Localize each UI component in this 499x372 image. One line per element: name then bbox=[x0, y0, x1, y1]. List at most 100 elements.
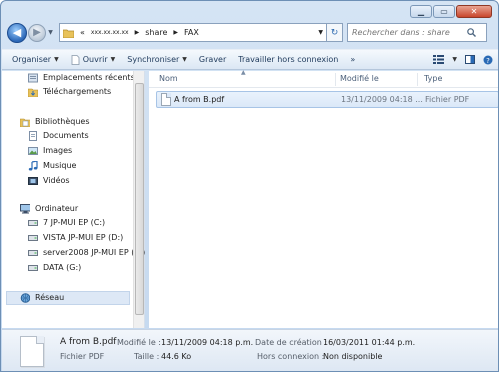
pdf-file-icon bbox=[161, 93, 171, 106]
sync-menu-button[interactable]: Synchroniser ▼ bbox=[127, 55, 187, 64]
sidebar-item-label: Ordinateur bbox=[35, 204, 79, 213]
sidebar-item-drive-c[interactable]: 7 JP-MUI EP (C:) bbox=[28, 216, 105, 229]
details-offline-value: Non disponible bbox=[323, 352, 383, 361]
drive-icon bbox=[28, 218, 38, 228]
more-commands-button[interactable]: » bbox=[350, 55, 355, 64]
sidebar-scrollbar-thumb[interactable] bbox=[135, 83, 144, 315]
search-icon[interactable] bbox=[467, 28, 476, 37]
organize-menu-button[interactable]: Organiser ▼ bbox=[12, 55, 59, 64]
sidebar-scrollbar[interactable] bbox=[133, 71, 144, 328]
sidebar-item-label: DATA (G:) bbox=[43, 263, 82, 272]
refresh-button[interactable]: ↻ bbox=[327, 23, 343, 42]
explorer-window: ▁ ▭ ✕ ◀ ▶ ▼ « xxx.xx.xx.xx ▶ share ▶ FAX… bbox=[0, 0, 499, 372]
details-offline-label: Hors connexion : bbox=[257, 352, 325, 361]
sidebar-item-drive-e[interactable]: server2008 JP-MUI EP (E:) bbox=[28, 246, 145, 259]
chevron-double-right-icon: » bbox=[350, 55, 356, 64]
sidebar-item-drive-d[interactable]: VISTA JP-MUI EP (D:) bbox=[28, 231, 123, 244]
chevron-down-icon: ▼ bbox=[182, 56, 187, 63]
maximize-icon: ▭ bbox=[440, 7, 448, 16]
navigation-bar: ◀ ▶ ▼ « xxx.xx.xx.xx ▶ share ▶ FAX ▼ ↻ bbox=[7, 21, 494, 44]
burn-button[interactable]: Graver bbox=[199, 55, 226, 64]
forward-arrow-icon: ▶ bbox=[33, 27, 41, 38]
details-modified-label: Modifié le : bbox=[117, 338, 161, 347]
address-bar[interactable]: « xxx.xx.xx.xx ▶ share ▶ FAX ▼ bbox=[59, 23, 327, 42]
sidebar-item-music[interactable]: Musique bbox=[28, 159, 76, 172]
sidebar-item-computer[interactable]: Ordinateur bbox=[20, 202, 78, 215]
offline-label: Travailler hors connexion bbox=[238, 55, 339, 64]
details-file-name: A from B.pdf bbox=[60, 337, 117, 347]
drive-icon bbox=[28, 263, 38, 273]
libraries-icon bbox=[20, 117, 30, 127]
maximize-button[interactable]: ▭ bbox=[433, 5, 455, 18]
music-icon bbox=[28, 160, 38, 171]
burn-label: Graver bbox=[198, 55, 227, 64]
view-options-icon[interactable] bbox=[433, 55, 445, 64]
sidebar-item-label: Téléchargements bbox=[43, 87, 112, 96]
address-prefix[interactable]: « bbox=[80, 28, 85, 37]
sidebar-item-label: Musique bbox=[43, 161, 77, 170]
downloads-icon bbox=[28, 87, 38, 97]
back-button[interactable]: ◀ bbox=[7, 22, 27, 43]
sidebar-item-label: Bibliothèques bbox=[35, 117, 90, 126]
command-toolbar: Organiser ▼ Ouvrir ▼ Synchroniser ▼ Grav… bbox=[2, 49, 498, 70]
sidebar-item-label: Documents bbox=[43, 131, 89, 140]
navigation-pane: Emplacements récents Téléchargements Bib… bbox=[2, 71, 145, 328]
details-file-type: Fichier PDF bbox=[60, 352, 105, 361]
recent-pages-dropdown[interactable]: ▼ bbox=[46, 29, 55, 36]
sort-ascending-icon: ▲ bbox=[241, 69, 246, 76]
refresh-icon: ↻ bbox=[330, 27, 339, 38]
address-host[interactable]: xxx.xx.xx.xx bbox=[91, 29, 129, 36]
close-icon: ✕ bbox=[470, 7, 478, 16]
sync-label: Synchroniser bbox=[127, 55, 180, 64]
sidebar-item-recent-places[interactable]: Emplacements récents bbox=[28, 71, 135, 84]
computer-icon bbox=[20, 203, 30, 214]
sidebar-item-label: Réseau bbox=[35, 293, 65, 302]
chevron-down-icon: ▼ bbox=[48, 29, 53, 36]
view-dropdown-icon[interactable]: ▼ bbox=[452, 56, 457, 63]
address-separator-icon[interactable]: ▶ bbox=[173, 29, 178, 36]
file-row-selected[interactable]: A from B.pdf 13/11/2009 04:18 ... Fichie… bbox=[156, 91, 498, 108]
file-name: A from B.pdf bbox=[174, 95, 225, 104]
sidebar-item-label: server2008 JP-MUI EP (E:) bbox=[43, 248, 146, 257]
documents-icon bbox=[28, 130, 38, 141]
sidebar-item-label: Vidéos bbox=[43, 176, 70, 185]
sidebar-item-documents[interactable]: Documents bbox=[28, 129, 89, 142]
help-icon[interactable]: ? bbox=[483, 55, 493, 65]
address-separator-icon[interactable]: ▶ bbox=[135, 29, 140, 36]
preview-pane-icon[interactable] bbox=[465, 55, 475, 64]
details-created-value: 16/03/2011 01:44 p.m. bbox=[323, 338, 416, 347]
drive-icon bbox=[28, 248, 38, 258]
work-offline-button[interactable]: Travailler hors connexion bbox=[238, 55, 338, 64]
details-size-value: 44.6 Ko bbox=[161, 352, 192, 361]
column-header-type[interactable]: Type bbox=[424, 74, 442, 83]
videos-icon bbox=[28, 176, 38, 186]
file-type: Fichier PDF bbox=[425, 95, 470, 104]
address-segment-fax[interactable]: FAX bbox=[184, 28, 199, 37]
caption-buttons: ▁ ▭ ✕ bbox=[410, 5, 492, 18]
search-input[interactable] bbox=[352, 28, 467, 37]
back-arrow-icon: ◀ bbox=[12, 26, 22, 39]
open-menu-button[interactable]: Ouvrir ▼ bbox=[71, 54, 115, 65]
sidebar-item-downloads[interactable]: Téléchargements bbox=[28, 85, 111, 98]
column-header-modified[interactable]: Modifié le bbox=[340, 74, 379, 83]
sidebar-item-videos[interactable]: Vidéos bbox=[28, 174, 70, 187]
column-header-name[interactable]: Nom bbox=[159, 74, 178, 83]
sidebar-item-network[interactable]: Réseau bbox=[20, 291, 64, 304]
minimize-icon: ▁ bbox=[417, 7, 425, 16]
close-button[interactable]: ✕ bbox=[456, 5, 492, 18]
recent-places-icon bbox=[28, 73, 38, 83]
address-segment-share[interactable]: share bbox=[145, 28, 167, 37]
address-dropdown-icon[interactable]: ▼ bbox=[318, 29, 323, 36]
images-icon bbox=[28, 146, 38, 156]
svg-text:?: ? bbox=[486, 56, 490, 64]
chevron-down-icon: ▼ bbox=[54, 56, 59, 63]
column-header-row: ▲ Nom Modifié le Type bbox=[149, 69, 498, 88]
forward-button[interactable]: ▶ bbox=[28, 23, 46, 42]
open-label: Ouvrir bbox=[82, 55, 108, 64]
sidebar-item-drive-g[interactable]: DATA (G:) bbox=[28, 261, 81, 274]
sidebar-item-label: Images bbox=[43, 146, 73, 155]
minimize-button[interactable]: ▁ bbox=[410, 5, 432, 18]
sidebar-item-libraries[interactable]: Bibliothèques bbox=[20, 115, 90, 128]
sidebar-item-images[interactable]: Images bbox=[28, 144, 72, 157]
organize-label: Organiser bbox=[12, 55, 52, 64]
